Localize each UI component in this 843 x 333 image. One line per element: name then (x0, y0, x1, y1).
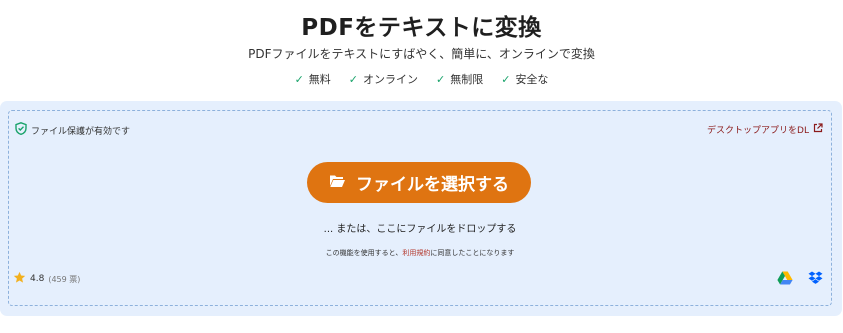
select-file-label: ファイルを選択する (356, 175, 509, 195)
external-link-icon (813, 123, 823, 136)
feature-label: オンライン (363, 73, 418, 86)
terms-link[interactable]: 利用規約 (402, 249, 430, 257)
check-icon: ✓ (294, 72, 304, 86)
dropbox-icon (808, 270, 823, 289)
feature-item: ✓ 無制限 (436, 71, 483, 87)
feature-label: 安全な (515, 73, 549, 86)
feature-item: ✓ 安全な (501, 71, 548, 87)
check-icon: ✓ (501, 72, 511, 86)
terms-prefix: この機能を使用すると、 (325, 249, 403, 257)
check-icon: ✓ (348, 72, 358, 86)
rating-value: 4.8 (30, 274, 45, 284)
dropbox-button[interactable] (808, 270, 823, 289)
page-subtitle: PDFファイルをテキストにすばやく、簡単に、オンラインで変換 (248, 47, 595, 61)
desktop-app-label: デスクトップアプリをDL (707, 126, 809, 136)
terms-suffix: に同意したことになります (430, 249, 515, 257)
protection-label: ファイル保護が有効です (31, 126, 131, 137)
google-drive-button[interactable] (777, 270, 793, 289)
shield-check-icon (15, 122, 27, 138)
rating-votes: (459 票) (48, 274, 81, 284)
check-icon: ✓ (436, 72, 446, 86)
feature-item: ✓ 無料 (295, 71, 331, 87)
folder-open-icon (329, 173, 346, 193)
drop-hint: ... または、ここにファイルをドロップする (323, 224, 517, 235)
page-title: PDFをテキストに変換 (301, 15, 542, 41)
select-file-button[interactable]: ファイルを選択する (307, 162, 531, 203)
feature-item: ✓ オンライン (349, 71, 418, 87)
star-icon (13, 271, 26, 287)
terms-notice: この機能を使用すると、利用規約に同意したことになります (9, 248, 831, 258)
protection-indicator: ファイル保護が有効です (15, 122, 130, 138)
rating: 4.8 (459 票) (13, 271, 80, 287)
google-drive-icon (777, 270, 793, 289)
upload-panel: ファイル保護が有効です デスクトップアプリをDL ファイルを選択する ... ま… (0, 101, 842, 316)
feature-label: 無料 (308, 73, 331, 86)
file-dropzone[interactable]: ファイル保護が有効です デスクトップアプリをDL ファイルを選択する ... ま… (8, 110, 832, 306)
feature-label: 無制限 (450, 73, 484, 86)
feature-list: ✓ 無料 ✓ オンライン ✓ 無制限 ✓ 安全な (0, 71, 843, 87)
desktop-app-link[interactable]: デスクトップアプリをDL (707, 123, 823, 136)
